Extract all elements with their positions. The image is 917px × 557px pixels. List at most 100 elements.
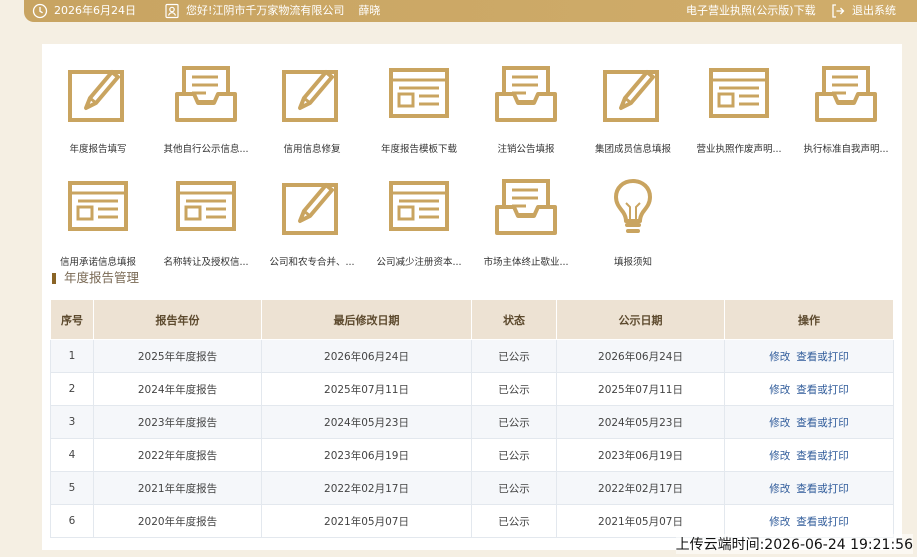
edit-link[interactable]: 修改 <box>769 483 790 495</box>
username-text: 薛晓 <box>358 4 381 17</box>
logout-button[interactable]: 退出系统 <box>830 0 896 22</box>
edit-pencil-icon <box>282 70 338 122</box>
table-row: 4 2022年年度报告 2023年06月19日 已公示 2023年06月19日 … <box>50 438 894 472</box>
table-row: 6 2020年年度报告 2021年05月07日 已公示 2021年05月07日 … <box>50 504 894 538</box>
tile-label: 填报须知 <box>613 257 652 268</box>
tile-credit-commitment[interactable]: 信用承诺信息填报 <box>44 177 152 268</box>
cell-no: 3 <box>50 405 94 439</box>
header-modified: 最后修改日期 <box>261 299 472 340</box>
cell-status: 已公示 <box>471 405 557 439</box>
edit-link[interactable]: 修改 <box>769 450 790 462</box>
table-row: 1 2025年年度报告 2026年06月24日 已公示 2026年06月24日 … <box>50 339 894 373</box>
cell-status: 已公示 <box>471 438 557 472</box>
cell-year: 2021年年度报告 <box>93 471 262 505</box>
cell-published: 2026年06月24日 <box>556 339 725 373</box>
cell-year: 2020年年度报告 <box>93 504 262 538</box>
cell-actions: 修改 查看或打印 <box>724 339 894 373</box>
cell-year: 2025年年度报告 <box>93 339 262 373</box>
tile-license-void[interactable]: 营业执照作废声明... <box>685 64 793 155</box>
header-published: 公示日期 <box>556 299 725 340</box>
cell-no: 6 <box>50 504 94 538</box>
cell-status: 已公示 <box>471 339 557 373</box>
tile-label: 年度报告填写 <box>69 144 127 155</box>
tile-company-merger[interactable]: 公司和农专合并、... <box>258 177 366 268</box>
cell-actions: 修改 查看或打印 <box>724 372 894 406</box>
tile-cancellation-notice[interactable]: 注销公告填报 <box>472 64 580 155</box>
tile-template-download[interactable]: 年度报告模板下载 <box>365 64 473 155</box>
view-print-link[interactable]: 查看或打印 <box>796 351 849 363</box>
form-template-icon <box>389 68 449 118</box>
annual-report-table: 序号 报告年份 最后修改日期 状态 公示日期 操作 1 2025年年度报告 20… <box>50 299 894 538</box>
cell-modified: 2023年06月19日 <box>261 438 472 472</box>
view-print-link[interactable]: 查看或打印 <box>796 384 849 396</box>
edit-link[interactable]: 修改 <box>769 417 790 429</box>
header-year: 报告年份 <box>93 299 262 340</box>
cell-published: 2023年06月19日 <box>556 438 725 472</box>
header-status: 状态 <box>471 299 557 340</box>
upload-timestamp-watermark: 上传云端时间:2026-06-24 19:21:56 <box>675 534 913 554</box>
section-title: 年度报告管理 <box>52 270 139 286</box>
edit-link[interactable]: 修改 <box>769 516 790 528</box>
tile-filing-notice[interactable]: 填报须知 <box>579 177 687 268</box>
cell-actions: 修改 查看或打印 <box>724 438 894 472</box>
tile-capital-reduction[interactable]: 公司减少注册资本... <box>365 177 473 268</box>
tile-label: 其他自行公示信息... <box>163 144 249 155</box>
cell-no: 2 <box>50 372 94 406</box>
cell-actions: 修改 查看或打印 <box>724 471 894 505</box>
license-download-label[interactable]: 电子营业执照(公示版)下载 <box>686 1 816 21</box>
license-download-link[interactable]: 电子营业执照(公示版)下载 <box>686 0 816 22</box>
view-print-link[interactable]: 查看或打印 <box>796 417 849 429</box>
tile-name-transfer[interactable]: 名称转让及授权信... <box>152 177 260 268</box>
inbox-tray-icon <box>175 66 237 122</box>
lightbulb-icon <box>614 179 652 233</box>
edit-link[interactable]: 修改 <box>769 384 790 396</box>
form-template-icon <box>68 181 128 231</box>
form-template-icon <box>176 181 236 231</box>
cell-published: 2022年02月17日 <box>556 471 725 505</box>
inbox-tray-icon <box>815 66 877 122</box>
cell-year: 2023年年度报告 <box>93 405 262 439</box>
view-print-link[interactable]: 查看或打印 <box>796 483 849 495</box>
tile-group-member[interactable]: 集团成员信息填报 <box>579 64 687 155</box>
date-display: 2026年6月24日 <box>32 0 136 22</box>
form-template-icon <box>389 181 449 231</box>
cell-modified: 2026年06月24日 <box>261 339 472 373</box>
tile-label: 集团成员信息填报 <box>594 144 671 155</box>
cell-year: 2024年年度报告 <box>93 372 262 406</box>
inbox-tray-icon <box>495 66 557 122</box>
tile-annual-report-fill[interactable]: 年度报告填写 <box>44 64 152 155</box>
table-row: 2 2024年年度报告 2025年07月11日 已公示 2025年07月11日 … <box>50 372 894 406</box>
cell-published: 2021年05月07日 <box>556 504 725 538</box>
header-no: 序号 <box>50 299 94 340</box>
tile-other-self-publicity[interactable]: 其他自行公示信息... <box>152 64 260 155</box>
tile-label: 公司和农专合并、... <box>269 257 355 268</box>
tile-label: 公司减少注册资本... <box>376 257 462 268</box>
cell-modified: 2025年07月11日 <box>261 372 472 406</box>
inbox-tray-icon <box>495 179 557 235</box>
edit-link[interactable]: 修改 <box>769 351 790 363</box>
tile-label: 注销公告填报 <box>497 144 555 155</box>
form-template-icon <box>709 68 769 118</box>
cell-status: 已公示 <box>471 372 557 406</box>
view-print-link[interactable]: 查看或打印 <box>796 450 849 462</box>
user-info: 您好!江阴市千万家物流有限公司 薛晓 <box>164 0 380 22</box>
tile-credit-repair[interactable]: 信用信息修复 <box>258 64 366 155</box>
tile-standard-declaration[interactable]: 执行标准自我声明... <box>792 64 900 155</box>
view-print-link[interactable]: 查看或打印 <box>796 516 849 528</box>
cell-modified: 2021年05月07日 <box>261 504 472 538</box>
cell-no: 4 <box>50 438 94 472</box>
cell-published: 2025年07月11日 <box>556 372 725 406</box>
logout-icon <box>832 4 845 18</box>
logout-label[interactable]: 退出系统 <box>852 1 896 21</box>
tile-label: 年度报告模板下载 <box>380 144 457 155</box>
tile-label: 市场主体终止歇业... <box>483 257 569 268</box>
header-actions: 操作 <box>724 299 894 340</box>
cell-status: 已公示 <box>471 471 557 505</box>
tile-label: 执行标准自我声明... <box>803 144 889 155</box>
tile-business-suspension[interactable]: 市场主体终止歇业... <box>472 177 580 268</box>
cell-no: 1 <box>50 339 94 373</box>
edit-pencil-icon <box>603 70 659 122</box>
greeting-text: 您好!江阴市千万家物流有限公司 <box>186 4 345 17</box>
cell-no: 5 <box>50 471 94 505</box>
table-row: 3 2023年年度报告 2024年05月23日 已公示 2024年05月23日 … <box>50 405 894 439</box>
